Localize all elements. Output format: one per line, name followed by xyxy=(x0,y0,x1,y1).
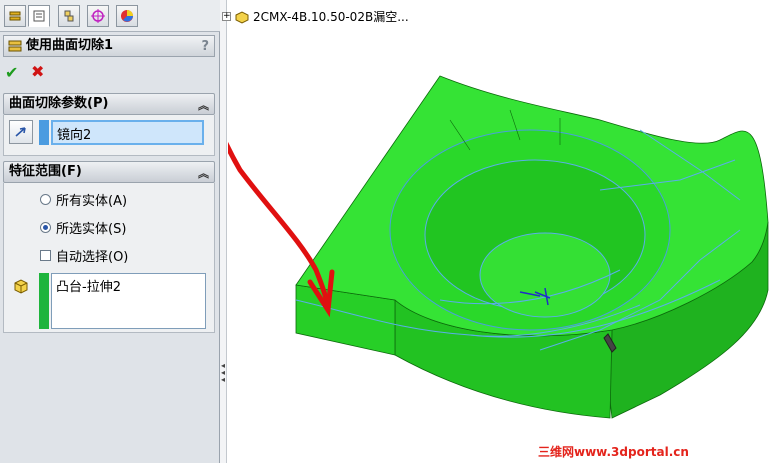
feature-scope-title: 特征范围(F) xyxy=(9,164,82,179)
checkbox-label: 自动选择(O) xyxy=(56,250,129,265)
radio-selected-bodies[interactable]: 所选实体(S) xyxy=(40,218,126,237)
feature-title: 使用曲面切除1 xyxy=(26,38,114,53)
cut-params-body: 镜向2 xyxy=(3,115,215,156)
property-manager-icon xyxy=(33,10,45,22)
radio-all-bodies[interactable]: 所有实体(A) xyxy=(40,190,127,209)
annotation-arrow xyxy=(173,44,331,311)
collapse-chevron-icon[interactable]: ︽ xyxy=(198,164,209,184)
model-view xyxy=(173,44,769,419)
checkbox[interactable] xyxy=(40,250,51,261)
feature-manager-icon xyxy=(9,11,21,21)
display-manager-icon xyxy=(121,10,133,22)
expand-icon[interactable]: + xyxy=(222,12,231,21)
selected-body: 凸台-拉伸2 xyxy=(56,280,121,295)
radio-label: 所有实体(A) xyxy=(56,194,128,209)
feature-manager-tab[interactable] xyxy=(4,5,26,27)
collapse-chevron-icon[interactable]: ︽ xyxy=(198,96,209,116)
manager-tab-bar xyxy=(0,0,220,32)
solid-body-icon xyxy=(12,277,30,298)
bodies-color-bar xyxy=(39,273,49,329)
direction-arrow-icon xyxy=(15,127,26,137)
help-button[interactable]: ? xyxy=(201,37,209,57)
feature-title-bar: 使用曲面切除1 ? xyxy=(3,35,215,57)
tree-root-label: 2CMX-4B.10.50-02B漏空... xyxy=(253,10,409,24)
splitter-grip-icon[interactable]: ◂ ◂ ◂ xyxy=(221,362,225,384)
ok-button[interactable]: ✔ xyxy=(5,63,18,82)
graphics-area[interactable] xyxy=(173,0,776,463)
feature-tree-root[interactable]: + 2CMX-4B.10.50-02B漏空... xyxy=(222,8,409,25)
cut-params-title: 曲面切除参数(P) xyxy=(9,96,109,111)
feature-scope-body: 所有实体(A) 所选实体(S) 自动选择(O) 凸台-拉伸2 xyxy=(3,183,215,333)
watermark: 三维网www.3dportal.cn xyxy=(538,445,689,459)
panel-splitter[interactable]: ◂ ◂ ◂ xyxy=(220,0,227,463)
surface-select-button[interactable] xyxy=(9,120,33,144)
part-icon xyxy=(235,10,249,24)
cancel-button[interactable]: ✖ xyxy=(31,62,44,81)
radio-button[interactable] xyxy=(40,222,51,233)
dimxpert-manager-tab[interactable] xyxy=(87,5,109,27)
bodies-selection-box[interactable]: 凸台-拉伸2 xyxy=(51,273,206,329)
selected-surface: 镜向2 xyxy=(57,128,92,143)
radio-label: 所选实体(S) xyxy=(56,222,127,237)
solidworks-window: { "feature": { "title": "使用曲面切除1", "help… xyxy=(0,0,776,463)
radio-button[interactable] xyxy=(40,194,51,205)
configuration-manager-tab[interactable] xyxy=(58,5,80,27)
property-manager-tab[interactable] xyxy=(28,5,50,27)
bowl-floor xyxy=(479,232,611,318)
cut-params-header[interactable]: 曲面切除参数(P) ︽ xyxy=(3,93,215,115)
display-manager-tab[interactable] xyxy=(116,5,138,27)
feature-scope-header[interactable]: 特征范围(F) ︽ xyxy=(3,161,215,183)
property-manager-panel: 使用曲面切除1 ? ✔ ✖ 曲面切除参数(P) ︽ 镜向2 特征范围(F) ︽ xyxy=(0,0,220,463)
surface-cut-icon xyxy=(8,40,22,52)
auto-select-checkbox[interactable]: 自动选择(O) xyxy=(40,246,128,265)
dimxpert-icon xyxy=(91,9,105,23)
selection-color-bar xyxy=(39,120,49,145)
configuration-manager-icon xyxy=(64,10,74,22)
surface-selection-box[interactable]: 镜向2 xyxy=(51,120,204,145)
